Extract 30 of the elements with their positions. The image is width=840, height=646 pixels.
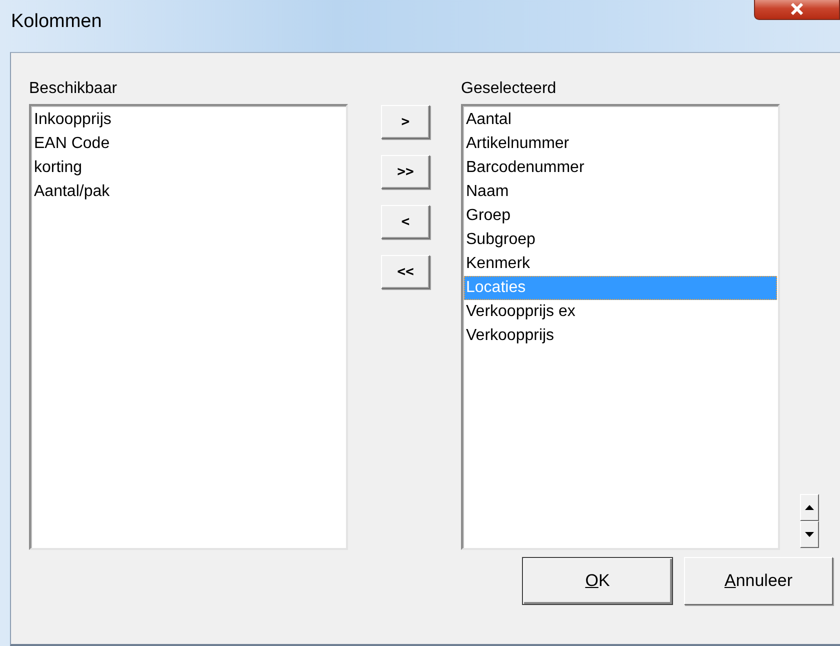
list-item[interactable]: Aantal/pak: [32, 180, 345, 204]
close-icon: [790, 2, 804, 14]
cancel-button[interactable]: Annuleer: [684, 557, 833, 605]
list-item[interactable]: Naam: [464, 180, 777, 204]
list-item[interactable]: Verkoopprijs: [464, 324, 777, 348]
move-down-button[interactable]: [800, 521, 819, 548]
down-arrow-icon: [805, 532, 814, 537]
window-title: Kolommen: [11, 11, 102, 33]
list-label: Beschikbaar: [29, 79, 118, 99]
move-button[interactable]: <: [381, 205, 430, 239]
list-item[interactable]: Inkoopprijs: [32, 108, 345, 132]
selected-list[interactable]: Aantal Artikelnummer Barcodenummer Naam Groep Subgroep Kenmerk Locaties Verkoopprijs ex Verkoopprijs: [461, 104, 780, 550]
list-item[interactable]: EAN Code: [32, 132, 345, 156]
list-item[interactable]: korting: [32, 156, 345, 180]
ok-button[interactable]: OK: [522, 557, 673, 605]
list-item[interactable]: Kenmerk: [464, 252, 777, 276]
close-button[interactable]: [754, 0, 840, 20]
up-arrow-icon: [805, 505, 814, 510]
list-item[interactable]: Verkoopprijs ex: [464, 300, 777, 324]
list-item[interactable]: Aantal: [464, 108, 777, 132]
move-up-button[interactable]: [800, 494, 819, 521]
list-item[interactable]: Artikelnummer: [464, 132, 777, 156]
list-item[interactable]: Groep: [464, 204, 777, 228]
move-button[interactable]: >>: [381, 155, 430, 189]
move-button[interactable]: >: [381, 105, 430, 139]
available-list[interactable]: Inkoopprijs EAN Code korting Aantal/pak: [29, 104, 348, 550]
list-item[interactable]: Subgroep: [464, 228, 777, 252]
list-label: Geselecteerd: [461, 79, 558, 99]
move-button[interactable]: <<: [381, 255, 430, 289]
list-item[interactable]: Barcodenummer: [464, 156, 777, 180]
